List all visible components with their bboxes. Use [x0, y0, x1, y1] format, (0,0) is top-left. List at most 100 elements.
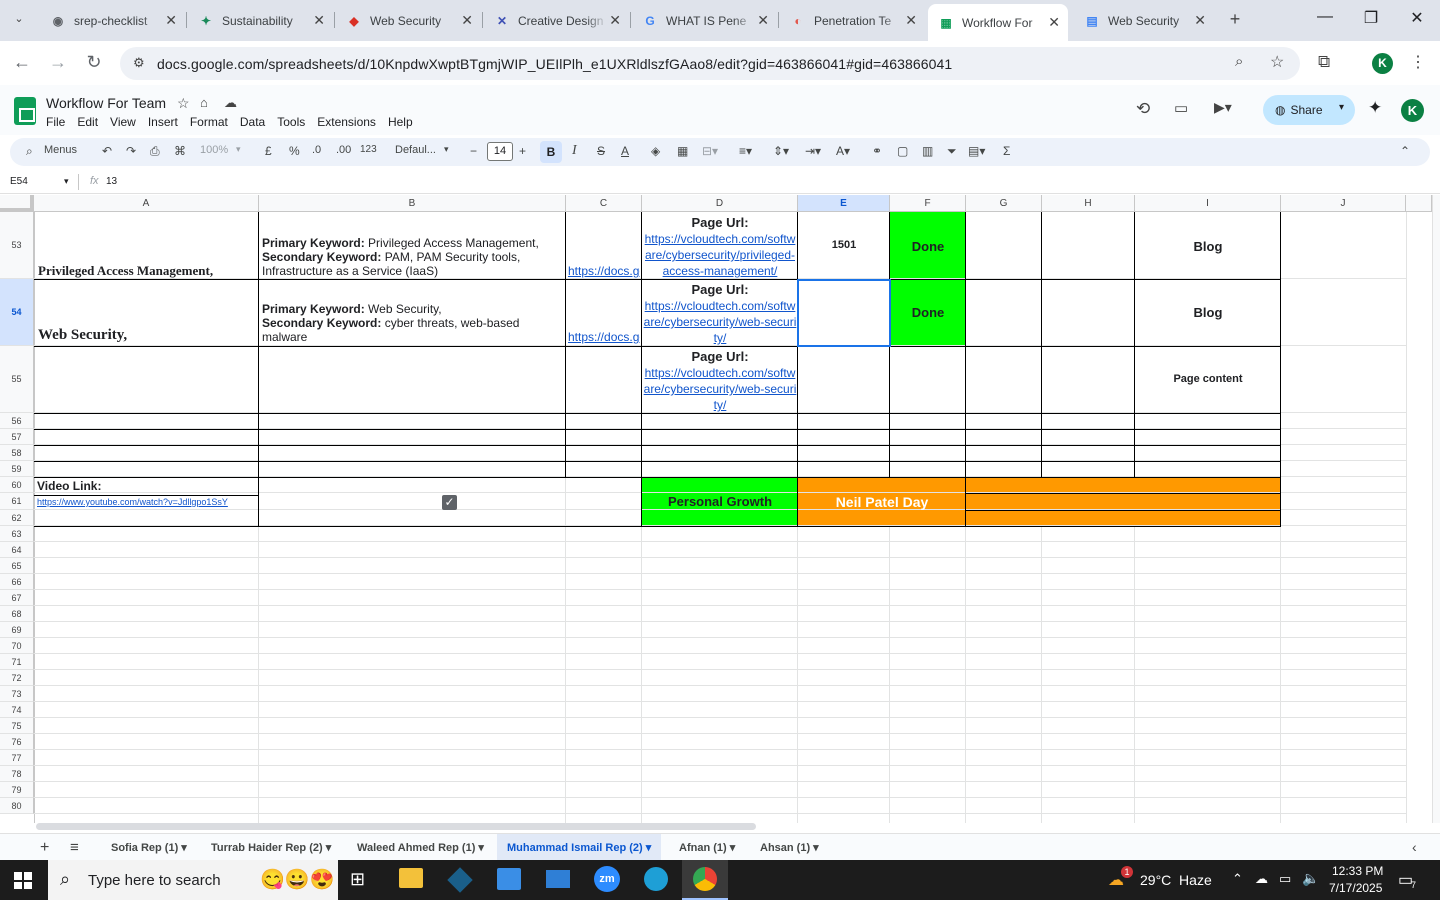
select-all-corner[interactable] — [0, 195, 34, 212]
clock-date[interactable]: 7/17/2025 — [1329, 881, 1382, 895]
profile-avatar[interactable]: K — [1372, 53, 1393, 74]
menu-view[interactable]: View — [110, 115, 136, 129]
new-tab-icon[interactable]: + — [1224, 9, 1246, 30]
menu-extensions[interactable]: Extensions — [317, 115, 376, 129]
maximize-icon[interactable]: ❐ — [1348, 8, 1394, 28]
row-header-76[interactable]: 76 — [0, 734, 34, 750]
close-tab-icon[interactable]: ✕ — [1194, 12, 1206, 29]
number-format[interactable]: 123 — [360, 144, 377, 155]
percent-format[interactable]: % — [289, 144, 300, 158]
name-box[interactable]: E54 — [10, 176, 28, 187]
add-sheet-icon[interactable]: + — [40, 839, 49, 857]
column-header-e[interactable]: E — [798, 195, 890, 212]
personal-growth-cell[interactable]: Personal Growth — [642, 494, 798, 509]
close-tab-icon[interactable]: ✕ — [461, 12, 473, 29]
increase-font-size-icon[interactable]: + — [519, 144, 526, 158]
omnibox[interactable]: ⚙ docs.google.com/spreadsheets/d/10Knpdw… — [120, 47, 1300, 80]
text-color-button[interactable]: A — [621, 144, 629, 158]
account-avatar[interactable]: K — [1401, 99, 1424, 122]
text-wrap-icon[interactable]: ⇥▾ — [805, 144, 821, 158]
redo-icon[interactable]: ↷ — [126, 144, 136, 158]
app-icon[interactable] — [447, 867, 473, 893]
bookmark-star-icon[interactable]: ☆ — [1270, 52, 1284, 72]
row-header-65[interactable]: 65 — [0, 558, 34, 574]
browser-menu-icon[interactable]: ⋮ — [1410, 52, 1426, 72]
tab-search-dropdown-icon[interactable]: ⌄ — [8, 12, 30, 30]
functions-icon[interactable]: Σ — [1003, 144, 1010, 158]
row-header-71[interactable]: 71 — [0, 654, 34, 670]
cloud-status-icon[interactable]: ☁ — [224, 95, 237, 111]
comments-icon[interactable]: ▭ — [1174, 99, 1188, 117]
horizontal-scrollbar-thumb[interactable] — [36, 823, 756, 830]
extensions-icon[interactable]: ⧉ — [1318, 52, 1330, 72]
menu-tools[interactable]: Tools — [277, 115, 305, 129]
url-text[interactable]: docs.google.com/spreadsheets/d/10KnpdwXw… — [157, 56, 952, 72]
cell-c53-link[interactable]: https://docs.google.com — [568, 264, 640, 278]
row-header-78[interactable]: 78 — [0, 766, 34, 782]
gemini-icon[interactable]: ✦ — [1368, 98, 1382, 118]
row-header-59[interactable]: 59 — [0, 461, 34, 477]
name-box-dropdown-icon[interactable]: ▾ — [64, 176, 69, 187]
row-header-54[interactable]: 54 — [0, 279, 34, 346]
search-menus-icon[interactable]: ⌕ — [26, 144, 33, 159]
column-header-c[interactable]: C — [566, 195, 642, 212]
weather-text[interactable]: 29°C Haze — [1140, 872, 1212, 888]
spreadsheet-grid[interactable]: A B C D E F G H I J 53 54 55 56 57 58 59 60 61 62… — [0, 195, 1432, 823]
sheet-tab[interactable]: Sofia Rep (1) ▾ — [111, 841, 187, 854]
close-tab-icon[interactable]: ✕ — [313, 12, 325, 29]
insert-comment-icon[interactable]: ▢ — [897, 144, 908, 158]
search-menus-label[interactable]: Menus — [44, 144, 77, 156]
cell-a53[interactable]: Privileged Access Management, — [38, 263, 258, 279]
row-header-60[interactable]: 60 — [0, 477, 34, 493]
row-header-74[interactable]: 74 — [0, 702, 34, 718]
sheet-tab[interactable]: Ahsan (1) ▾ — [760, 841, 819, 854]
neil-patel-day-cell[interactable]: Neil Patel Day — [798, 494, 966, 510]
row-header-58[interactable]: 58 — [0, 445, 34, 461]
zoom-dropdown-icon[interactable]: ▾ — [236, 144, 241, 155]
row-header-66[interactable]: 66 — [0, 574, 34, 590]
zoom-select[interactable]: 100% — [200, 144, 228, 156]
column-header-f[interactable]: F — [890, 195, 966, 212]
version-history-icon[interactable]: ⟲ — [1136, 99, 1150, 119]
merge-cells-icon[interactable]: ⊟▾ — [702, 144, 718, 158]
minimize-icon[interactable]: — — [1302, 8, 1348, 26]
back-icon[interactable]: ← — [10, 52, 34, 73]
column-header-j[interactable]: J — [1281, 195, 1406, 212]
close-window-icon[interactable]: ✕ — [1394, 8, 1440, 28]
display-icon[interactable]: ▭ — [1279, 871, 1291, 887]
row-header-75[interactable]: 75 — [0, 718, 34, 734]
vertical-scrollbar-track[interactable] — [1432, 195, 1440, 823]
menu-data[interactable]: Data — [240, 115, 265, 129]
checkbox-checked-icon[interactable]: ✓ — [442, 495, 457, 510]
video-link[interactable]: https://www.youtube.com/watch?v=Jdllgpo1… — [37, 497, 257, 507]
close-tab-icon[interactable]: ✕ — [1048, 14, 1060, 31]
browser-tab[interactable]: ✦ Sustainability ✕ — [188, 6, 333, 35]
star-icon[interactable]: ☆ — [177, 95, 190, 112]
browser-tab[interactable]: ◆ Web Security ✕ — [336, 6, 481, 35]
strikethrough-button[interactable]: S — [597, 144, 605, 158]
show-hidden-icons[interactable]: ⌃ — [1232, 871, 1243, 887]
page-url-link[interactable]: https://vcloudtech.com/software/cybersec… — [644, 299, 797, 345]
cell-d54[interactable]: Page Url: https://vcloudtech.com/softwar… — [643, 282, 797, 346]
bold-button[interactable]: B — [540, 141, 562, 163]
share-button[interactable]: ◍ Share ▾ — [1263, 95, 1355, 125]
cell-e53[interactable]: 1501 — [798, 239, 890, 251]
row-header-80[interactable]: 80 — [0, 798, 34, 814]
cell-b54[interactable]: Primary Keyword: Web Security, Secondary… — [262, 302, 562, 344]
row-header-64[interactable]: 64 — [0, 542, 34, 558]
mail-icon[interactable] — [546, 870, 570, 888]
meet-icon[interactable]: ▶▾ — [1214, 99, 1232, 116]
zoom-app-icon[interactable]: zm — [594, 866, 620, 892]
forward-icon[interactable]: → — [46, 52, 70, 73]
browser-tab[interactable]: ◉ srep-checklist ✕ — [40, 6, 185, 35]
cell-i54[interactable]: Blog — [1135, 305, 1281, 320]
page-url-link[interactable]: https://vcloudtech.com/software/cybersec… — [645, 232, 796, 278]
menu-format[interactable]: Format — [190, 115, 228, 129]
browser-tab-active[interactable]: ▦ Workflow For ✕ — [928, 4, 1068, 41]
currency-format[interactable]: £ — [265, 144, 272, 158]
clock-time[interactable]: 12:33 PM — [1332, 864, 1383, 878]
horizontal-align-icon[interactable]: ≡▾ — [739, 144, 752, 158]
vertical-align-icon[interactable]: ⇕▾ — [773, 144, 789, 158]
file-explorer-icon[interactable] — [399, 868, 423, 888]
sheet-tab[interactable]: Waleed Ahmed Rep (1) ▾ — [357, 841, 484, 854]
